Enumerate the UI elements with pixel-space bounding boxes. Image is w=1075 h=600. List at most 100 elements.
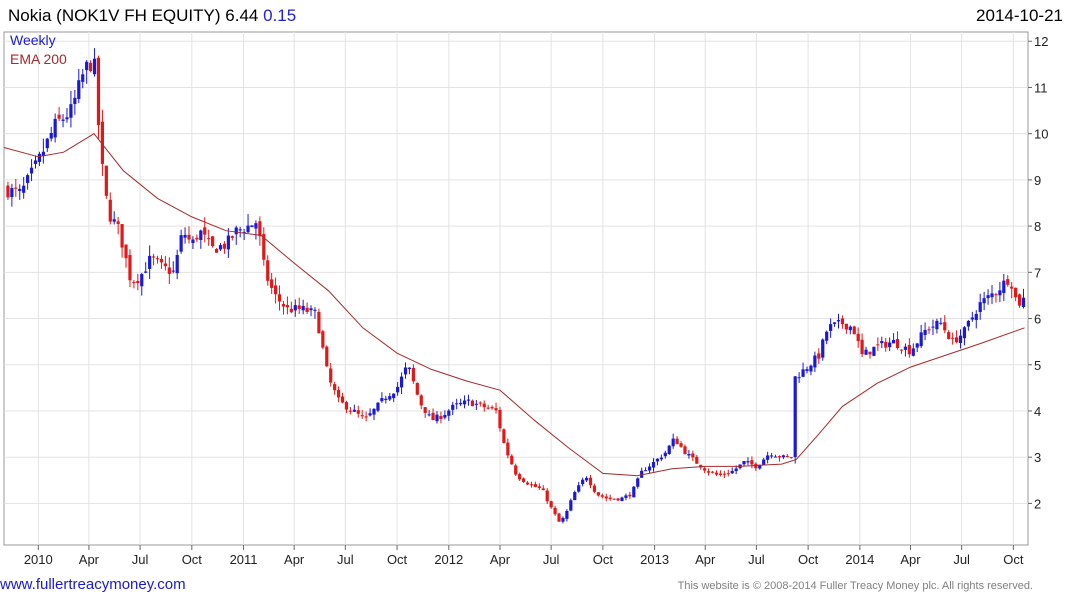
copyright-notice: This website is © 2008-2014 Fuller Treac… [677,580,1033,592]
candle-body-up [77,80,81,99]
candle-body-up [848,326,852,331]
candle-body-up [986,295,990,299]
candle-body-down [419,395,423,406]
candle-body-up [829,324,833,331]
candle-body-down [470,400,475,407]
candle-body-up [565,510,569,519]
candle-body-down [411,367,415,382]
candle-body-up [935,320,939,330]
candle-body-up [958,335,963,344]
x-tick-label: Jul [543,552,560,567]
candle-body-down [868,351,872,355]
candle-body-down [856,333,860,341]
y-tick-label: 8 [1034,219,1041,234]
y-tick-label: 12 [1034,34,1048,49]
candle-body-down [1017,294,1022,306]
candle-body-up [218,245,223,250]
candle-body-down [207,238,211,240]
candle-body-up [92,58,97,75]
candle-body-up [919,332,923,347]
candle-body-up [368,413,372,416]
candle-body-down [679,443,683,447]
x-tick-label: Oct [1003,552,1024,567]
candle-body-down [258,221,262,237]
candle-body-down [557,513,561,522]
candle-body-up [18,188,22,191]
candle-body-down [907,344,911,355]
x-tick-label: Jul [337,552,354,567]
candle-body-down [132,282,136,284]
candle-body-up [773,456,778,458]
candle-body-down [297,305,301,309]
candle-body-down [706,471,711,473]
candle-body-up [403,367,408,375]
candle-body-up [65,117,69,120]
candle-body-down [604,496,608,499]
candle-body-up [864,349,868,355]
candle-body-down [549,501,553,508]
website-link[interactable]: www.fullertreacymoney.com [0,576,186,593]
candle-body-down [167,267,171,274]
candle-body-up [443,414,447,418]
candle-body-up [624,495,628,498]
candle-body-up [26,175,30,184]
candle-body-down [884,341,888,348]
candle-body-up [474,403,478,405]
candle-body-down [844,323,848,330]
candle-body-down [545,490,549,502]
candle-body-up [293,305,297,311]
candle-body-down [852,326,856,335]
candle-body-up [226,235,230,250]
candle-body-up [915,343,919,348]
candle-body-up [112,219,116,222]
candle-body-down [860,339,864,355]
candle-body-up [923,329,927,335]
candle-body-up [825,331,829,341]
candle-body-up [1002,280,1006,294]
candle-body-down [943,322,947,331]
candle-body-down [482,403,486,408]
candle-body-down [344,402,349,410]
candle-body-down [163,263,167,267]
candle-body-down [6,185,10,198]
candle-body-down [348,410,352,412]
candle-body-down [521,478,526,482]
candle-body-up [577,485,581,492]
x-tick-label: 2013 [640,552,669,567]
candle-body-down [128,255,132,281]
candle-body-down [321,331,325,348]
candle-body-down [325,346,329,367]
candle-body-up [246,225,250,233]
candle-body-down [159,258,164,263]
candle-body-up [990,293,994,298]
candle-body-up [584,477,589,481]
candle-body-up [179,235,183,252]
candle-body-up [175,255,179,274]
candle-body-down [612,498,616,500]
candle-body-down [120,224,124,248]
candle-body-up [832,322,837,324]
candle-body-down [266,260,270,281]
candle-body-up [81,74,85,82]
candle-body-up [569,500,573,511]
candle-body-down [502,429,506,443]
candle-body-down [415,382,419,395]
candle-body-up [734,468,738,472]
candle-body-down [947,332,951,340]
candle-body-down [675,438,679,445]
candle-body-down [439,415,443,420]
candle-body-down [695,456,699,464]
candle-body-down [317,311,321,334]
candle-body-up [667,445,671,454]
candle-body-down [592,485,597,492]
candle-body-down [553,507,557,515]
candle-body-up [836,320,841,322]
candle-body-down [360,415,364,417]
candle-body-down [277,294,282,302]
x-tick-label: Jul [132,552,149,567]
candle-body-up [29,167,34,174]
candle-body-up [33,160,38,164]
candle-body-up [620,497,624,501]
candle-body-down [340,396,345,403]
candle-body-up [769,455,774,457]
